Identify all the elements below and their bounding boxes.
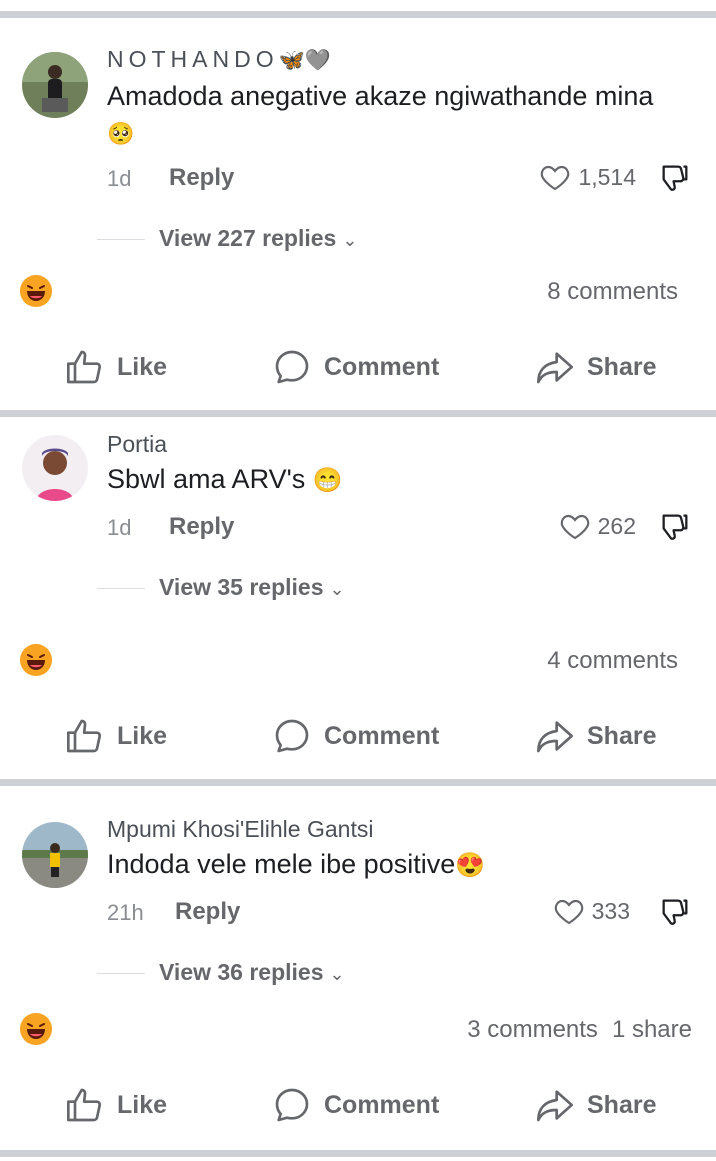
comment-time: 1d [107, 166, 132, 191]
laughing-emoji-icon [20, 644, 52, 676]
comment-bubble-icon [275, 350, 309, 384]
reply-button[interactable]: Reply [169, 164, 234, 192]
share-arrow-icon [537, 352, 573, 384]
post-separator [0, 11, 716, 18]
post-card: Portia Sbwl ama ARV's 😁 1d Reply 262 Vie… [0, 417, 716, 779]
comment-author[interactable]: Portia [107, 431, 167, 458]
share-arrow-icon [537, 721, 573, 753]
thumbs-up-icon [67, 350, 102, 384]
share-button[interactable]: Share [535, 347, 656, 387]
post-counts[interactable]: 3 comments 1 share [467, 1016, 692, 1044]
like-count[interactable]: 333 [552, 895, 630, 927]
like-count[interactable]: 1,514 [538, 161, 636, 193]
like-button[interactable]: Like [65, 1085, 167, 1125]
chevron-down-icon: ⌄ [329, 579, 345, 599]
replies-divider [97, 588, 145, 589]
avatar[interactable] [22, 52, 88, 118]
post-card: NOTHANDO🦋🩶 Amadoda anegative akaze ngiwa… [0, 18, 716, 384]
reply-button[interactable]: Reply [175, 898, 240, 926]
comment-button[interactable]: Comment [272, 347, 439, 387]
post-separator [0, 1150, 716, 1157]
laughing-emoji-icon [20, 275, 52, 307]
comment-time: 1d [107, 515, 132, 540]
post-counts[interactable]: 8 comments [547, 278, 692, 306]
view-replies-button[interactable]: View 36 replies ⌄ [159, 959, 345, 986]
share-button[interactable]: Share [535, 1085, 656, 1125]
comment-text: Amadoda anegative akaze ngiwathande mina… [107, 81, 654, 146]
comment-text: Sbwl ama ARV's 😁 [107, 464, 343, 494]
comment-button[interactable]: Comment [272, 1085, 439, 1125]
dislike-icon[interactable] [658, 510, 692, 544]
thumbs-up-icon [67, 1088, 102, 1122]
view-replies-button[interactable]: View 35 replies ⌄ [159, 574, 345, 601]
post-card: Mpumi Khosi'Elihle Gantsi Indoda vele me… [0, 786, 716, 1148]
avatar[interactable] [22, 435, 88, 501]
replies-divider [97, 973, 145, 974]
comment-time: 21h [107, 900, 144, 925]
comment-text: Indoda vele mele ibe positive😍 [107, 849, 486, 879]
like-button[interactable]: Like [65, 347, 167, 387]
share-button[interactable]: Share [535, 716, 656, 756]
post-separator [0, 779, 716, 786]
like-button[interactable]: Like [65, 716, 167, 756]
view-replies-button[interactable]: View 227 replies ⌄ [159, 225, 357, 252]
replies-divider [97, 239, 145, 240]
post-separator [0, 410, 716, 417]
comment-author[interactable]: Mpumi Khosi'Elihle Gantsi [107, 816, 373, 843]
reply-button[interactable]: Reply [169, 513, 234, 541]
comment-author[interactable]: NOTHANDO🦋🩶 [107, 46, 331, 73]
comment-bubble-icon [275, 719, 309, 753]
chevron-down-icon: ⌄ [342, 230, 358, 250]
avatar[interactable] [22, 822, 88, 888]
chevron-down-icon: ⌄ [329, 964, 345, 984]
dislike-icon[interactable] [658, 161, 692, 195]
heart-icon [560, 514, 589, 540]
like-count[interactable]: 262 [558, 510, 636, 542]
heart-icon [541, 165, 570, 191]
heart-icon [554, 899, 583, 925]
post-counts[interactable]: 4 comments [547, 647, 692, 675]
thumbs-up-icon [67, 719, 102, 753]
share-arrow-icon [537, 1090, 573, 1122]
comment-button[interactable]: Comment [272, 716, 439, 756]
laughing-emoji-icon [20, 1013, 52, 1045]
comment-bubble-icon [275, 1088, 309, 1122]
dislike-icon[interactable] [658, 895, 692, 929]
